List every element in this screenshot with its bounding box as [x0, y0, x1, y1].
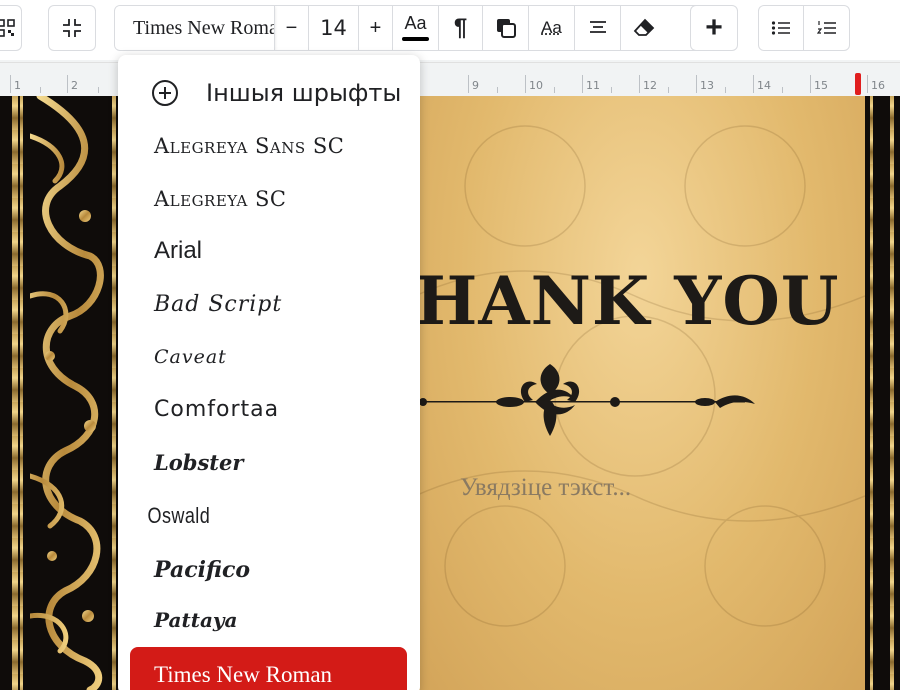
- ruler-tick: [782, 87, 783, 93]
- font-size-increase-button[interactable]: +: [359, 6, 393, 50]
- numbered-list-button[interactable]: [804, 6, 849, 50]
- ruler-number: 12: [643, 79, 657, 92]
- text-case-icon: Aa: [541, 18, 562, 37]
- font-option-bad-script[interactable]: Bad Script: [118, 278, 420, 330]
- ruler-tick: [40, 87, 41, 93]
- font-option-alegreya-sans-sc[interactable]: Alegreya Sans SC: [118, 120, 420, 172]
- font-option-pattaya[interactable]: Pattaya: [118, 594, 420, 646]
- list-group: [758, 5, 850, 51]
- ruler-tick: [725, 87, 726, 93]
- ruler-tick: [67, 75, 68, 93]
- add-circle-icon: [152, 80, 178, 106]
- ruler-tick: [810, 75, 811, 93]
- ruler-tick: [10, 75, 11, 93]
- ruler-tick: [582, 75, 583, 93]
- numbered-list-icon: [816, 21, 836, 34]
- more-fonts-label: Іншыя шрыфты: [206, 79, 402, 107]
- text-color-underline: [402, 37, 429, 41]
- qr-code-button[interactable]: [0, 6, 21, 50]
- ruler-number: 10: [529, 79, 543, 92]
- right-indent-marker[interactable]: [855, 73, 861, 95]
- ruler-tick: [753, 75, 754, 93]
- bullet-list-button[interactable]: [759, 6, 805, 50]
- format-group: Times New Roman − 14 + Aa ¶ Aa: [114, 5, 736, 51]
- text-color-button[interactable]: Aa: [393, 6, 439, 50]
- ruler-number: 1: [14, 79, 21, 92]
- font-option-comfortaa[interactable]: Comfortaa: [118, 383, 420, 435]
- insert-group: +: [690, 5, 738, 51]
- paragraph-button[interactable]: ¶: [439, 6, 483, 50]
- font-option-oswald[interactable]: Oswald: [118, 490, 366, 542]
- font-option-alegreya-sc[interactable]: Alegreya SC: [118, 173, 420, 225]
- right-ornament-border: [865, 96, 900, 690]
- ruler-number: 11: [586, 79, 600, 92]
- gold-strip: [12, 96, 18, 690]
- align-center-icon: [589, 21, 606, 33]
- collapse-button[interactable]: [49, 6, 95, 50]
- ruler-tick: [525, 75, 526, 93]
- text-placeholder[interactable]: Увядзіце тэкст...: [460, 474, 631, 502]
- ruler-tick: [98, 87, 99, 93]
- bullet-list-icon: [771, 21, 790, 35]
- text-case-button[interactable]: Aa: [529, 6, 575, 50]
- ruler-number: 15: [814, 79, 828, 92]
- flourish-divider: [415, 364, 755, 436]
- ruler-tick: [497, 87, 498, 93]
- eraser-button[interactable]: [621, 6, 667, 50]
- toolbar: Times New Roman − 14 + Aa ¶ Aa +: [0, 0, 900, 60]
- highlight-button[interactable]: [483, 6, 529, 50]
- more-fonts-item[interactable]: Іншыя шрыфты: [118, 67, 420, 119]
- font-size-decrease-button[interactable]: −: [275, 6, 309, 50]
- ruler-tick: [639, 75, 640, 93]
- ruler-tick: [468, 75, 469, 93]
- ruler-number: 16: [871, 79, 885, 92]
- ruler-number: 9: [472, 79, 479, 92]
- ruler-tick: [696, 75, 697, 93]
- ruler-tick: [668, 87, 669, 93]
- font-dropdown-menu: Іншыя шрыфты Alegreya Sans SC Alegreya S…: [118, 55, 420, 690]
- ruler-tick: [611, 87, 612, 93]
- font-size-value[interactable]: 14: [309, 6, 359, 50]
- align-center-button[interactable]: [575, 6, 621, 50]
- gold-strip: [890, 96, 894, 690]
- qr-group: [0, 5, 22, 51]
- gold-strip: [112, 96, 116, 690]
- font-option-pacifico[interactable]: Pacifico: [118, 544, 420, 596]
- text-color-label: Aa: [404, 12, 427, 33]
- qr-code-icon: [0, 19, 15, 37]
- layers-icon: [496, 19, 516, 38]
- insert-button[interactable]: +: [691, 6, 737, 50]
- font-option-caveat[interactable]: Caveat: [118, 331, 420, 383]
- ruler-tick: [554, 87, 555, 93]
- pilcrow-icon: ¶: [453, 14, 468, 41]
- baroque-ornament-image: [30, 96, 104, 690]
- thank-you-heading[interactable]: HANK YOU: [415, 262, 839, 340]
- font-family-select[interactable]: Times New Roman: [115, 6, 275, 50]
- gold-strip: [870, 96, 873, 690]
- collapse-icon: [63, 19, 81, 37]
- font-option-times-new-roman-selected[interactable]: Times New Roman: [130, 647, 407, 690]
- font-option-lobster[interactable]: Lobster: [118, 436, 420, 488]
- collapse-group: [48, 5, 96, 51]
- font-option-arial[interactable]: Arial: [118, 225, 420, 277]
- app-root: Times New Roman − 14 + Aa ¶ Aa + 1 2 9 1…: [0, 0, 900, 690]
- gold-strip: [20, 96, 23, 690]
- eraser-icon: [633, 18, 655, 36]
- ruler-number: 14: [757, 79, 771, 92]
- left-ornament-border: [0, 96, 130, 690]
- ruler-tick: [867, 75, 868, 93]
- ruler-number: 13: [700, 79, 714, 92]
- ruler-number: 2: [71, 79, 78, 92]
